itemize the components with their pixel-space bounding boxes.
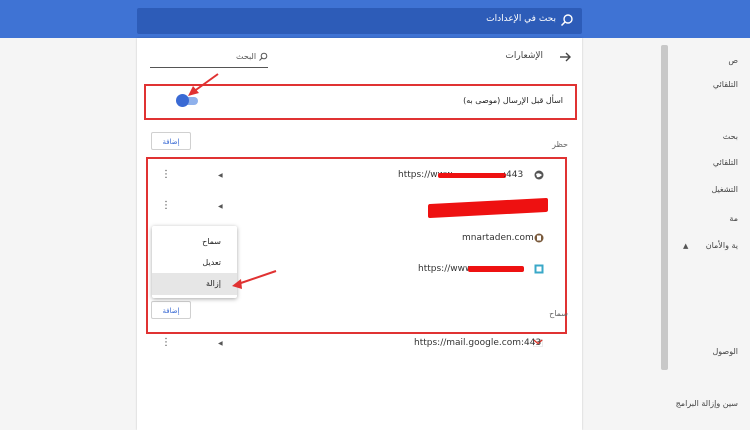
- site-url: mnartaden.com: [462, 233, 534, 243]
- toggle-knob: [176, 94, 189, 107]
- site-icon: [534, 233, 544, 243]
- sidebar-item[interactable]: التشغيل: [711, 185, 738, 194]
- block-section-label: حظر: [552, 140, 568, 149]
- site-port: :443: [503, 170, 524, 180]
- sidebar-item[interactable]: مة: [729, 214, 738, 223]
- back-arrow-icon[interactable]: [558, 50, 572, 64]
- more-actions-icon[interactable]: ⋮: [161, 170, 171, 180]
- block-add-button[interactable]: إضافة: [151, 132, 191, 150]
- ask-before-sending-label: اسأل قبل الإرسال (موصى به): [463, 96, 563, 105]
- sidebar-item[interactable]: الوصول: [712, 347, 738, 356]
- scrollbar[interactable]: [661, 45, 668, 370]
- menu-item-edit[interactable]: تعديل: [202, 258, 221, 267]
- globe-icon: [534, 170, 544, 180]
- sidebar-item[interactable]: بحث: [723, 132, 738, 141]
- page-icon: [534, 264, 544, 274]
- more-actions-icon[interactable]: ⋮: [161, 338, 171, 348]
- caret-up-icon[interactable]: ▲: [683, 242, 688, 250]
- settings-sidebar: [660, 38, 750, 430]
- expand-arrow-icon[interactable]: ◀: [218, 172, 223, 179]
- more-actions-icon[interactable]: ⋮: [161, 201, 171, 211]
- site-url: https://www.: [418, 264, 475, 274]
- filter-placeholder: البحث: [236, 52, 257, 61]
- sidebar-item[interactable]: سين وإزالة البرامج: [676, 399, 738, 408]
- context-menu: سماح تعديل إزالة: [152, 226, 237, 298]
- sidebar-item[interactable]: التلقائي: [713, 80, 738, 89]
- allow-add-button[interactable]: إضافة: [151, 301, 191, 319]
- site-url: https://mail.google.com:443: [414, 338, 542, 348]
- expand-arrow-icon[interactable]: ◀: [218, 203, 223, 210]
- allow-section-label: سماح: [549, 309, 568, 318]
- menu-item-allow[interactable]: سماح: [202, 237, 221, 246]
- search-placeholder: بحث في الإعدادات: [486, 14, 556, 24]
- filter-input[interactable]: [150, 67, 268, 68]
- sidebar-item[interactable]: التلقائي: [713, 158, 738, 167]
- menu-item-remove[interactable]: إزالة: [206, 279, 221, 288]
- search-icon: [560, 14, 573, 27]
- redaction: [438, 173, 506, 178]
- redaction: [468, 266, 524, 272]
- sidebar-item[interactable]: ص: [728, 56, 738, 65]
- search-icon: [259, 52, 268, 61]
- expand-arrow-icon[interactable]: ◀: [218, 340, 223, 347]
- sidebar-item[interactable]: ية والأمان: [706, 241, 738, 250]
- page-title: الإشعارات: [505, 51, 543, 61]
- settings-search[interactable]: بحث في الإعدادات: [137, 8, 582, 34]
- menu-highlight: [152, 273, 237, 295]
